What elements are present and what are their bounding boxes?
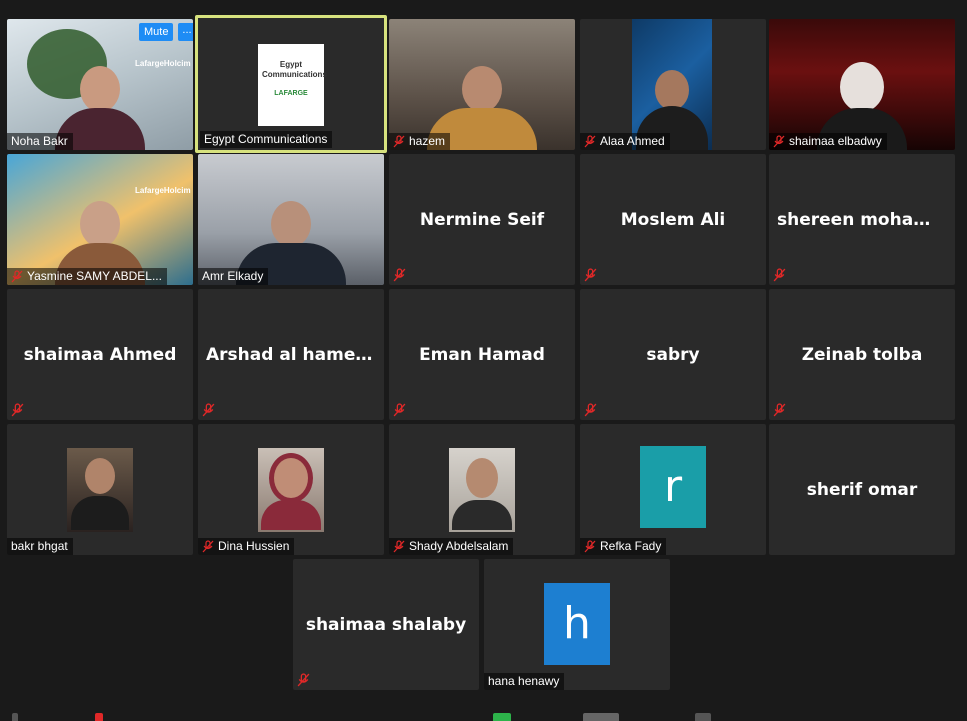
- participant-tile-egypt-communications[interactable]: Egypt Communications LAFARGE Egypt Commu…: [195, 15, 387, 153]
- participant-name-label: bakr bhgat: [7, 538, 73, 555]
- participant-name-label: Alaa Ahmed: [580, 133, 670, 150]
- profile-photo: [449, 448, 515, 532]
- avatar: h: [544, 583, 610, 665]
- participant-display-name: Arshad al hamedy: [206, 344, 379, 365]
- company-logo-card: Egypt Communications LAFARGE: [258, 44, 327, 126]
- mic-muted-icon: [584, 403, 597, 417]
- participant-tile-moslem-ali[interactable]: Moslem Ali: [580, 154, 766, 285]
- participant-name-label: Yasmine SAMY ABDEL...: [7, 268, 167, 285]
- participant-tile-shaimaa-ahmed[interactable]: shaimaa Ahmed: [7, 289, 193, 420]
- toolbar-button[interactable]: [12, 713, 18, 721]
- participant-display-name: sherif omar: [806, 479, 918, 500]
- participant-tile-shady-abdelsalam[interactable]: Shady Abdelsalam: [389, 424, 575, 555]
- participant-tile-arshad-al-hamedy[interactable]: Arshad al hamedy: [198, 289, 384, 420]
- toolbar-button[interactable]: [583, 713, 619, 721]
- mic-muted-icon: [773, 135, 785, 148]
- participant-name-label: Amr Elkady: [198, 268, 269, 285]
- avatar: r: [640, 446, 706, 528]
- mic-muted-icon: [393, 403, 406, 417]
- participant-tile-refka-fady[interactable]: r Refka Fady: [580, 424, 766, 555]
- participant-tile-amr-elkady[interactable]: Amr Elkady: [198, 154, 384, 285]
- participant-tile-hana-henawy[interactable]: h hana henawy: [484, 559, 670, 690]
- mic-muted-icon: [11, 270, 23, 283]
- participant-tile-nermine-seif[interactable]: Nermine Seif: [389, 154, 575, 285]
- mute-button[interactable]: Mute: [139, 23, 174, 41]
- mic-muted-icon: [297, 673, 310, 687]
- meeting-toolbar: [0, 709, 967, 721]
- participant-video: [632, 19, 712, 150]
- mic-muted-icon: [393, 135, 405, 148]
- participant-tile-shaimaa-shalaby[interactable]: shaimaa shalaby: [293, 559, 479, 690]
- participant-name-label: Noha Bakr: [7, 133, 73, 150]
- brand-mark: LafargeHolcim: [135, 186, 191, 195]
- participant-name-label: hana henawy: [484, 673, 565, 690]
- mic-muted-icon: [773, 403, 786, 417]
- participant-name-label: Refka Fady: [580, 538, 667, 555]
- more-options-button[interactable]: ...: [178, 23, 193, 41]
- participant-name-label: shaimaa elbadwy: [769, 133, 887, 150]
- participant-tile-shaimaa-elbadwy[interactable]: shaimaa elbadwy: [769, 19, 955, 150]
- participant-display-name: sabry: [646, 344, 700, 365]
- participant-display-name: Moslem Ali: [620, 209, 726, 230]
- mic-muted-icon: [584, 540, 596, 553]
- participant-name-label: Dina Hussien: [198, 538, 295, 555]
- participant-display-name: shaimaa Ahmed: [23, 344, 177, 365]
- participant-tile-shereen-mohamed[interactable]: shereen moham...: [769, 154, 955, 285]
- toolbar-button[interactable]: [695, 713, 711, 721]
- profile-photo: [67, 448, 133, 532]
- profile-photo: [258, 448, 324, 532]
- participant-tile-zeinab-tolba[interactable]: Zeinab tolba: [769, 289, 955, 420]
- participant-tile-sherif-omar[interactable]: sherif omar: [769, 424, 955, 555]
- mic-muted-icon: [202, 540, 214, 553]
- toolbar-button[interactable]: [95, 713, 103, 721]
- participant-tile-eman-hamad[interactable]: Eman Hamad: [389, 289, 575, 420]
- mic-muted-icon: [202, 403, 215, 417]
- participant-tile-sabry[interactable]: sabry: [580, 289, 766, 420]
- participant-tile-alaa-ahmed[interactable]: Alaa Ahmed: [580, 19, 766, 150]
- participant-tile-noha-bakr[interactable]: LafargeHolcim Mute ... Noha Bakr: [7, 19, 193, 150]
- mic-muted-icon: [11, 403, 24, 417]
- participant-display-name: Eman Hamad: [419, 344, 545, 365]
- participant-tile-bakr-bhgat[interactable]: bakr bhgat: [7, 424, 193, 555]
- mic-muted-icon: [584, 135, 596, 148]
- toolbar-button[interactable]: [493, 713, 511, 721]
- participant-tile-hazem[interactable]: hazem: [389, 19, 575, 150]
- mic-muted-icon: [393, 540, 405, 553]
- participant-name-label: Shady Abdelsalam: [389, 538, 514, 555]
- participant-tile-dina-hussien[interactable]: Dina Hussien: [198, 424, 384, 555]
- participant-tile-yasmine-samy[interactable]: LafargeHolcim Yasmine SAMY ABDEL...: [7, 154, 193, 285]
- mic-muted-icon: [584, 268, 597, 282]
- participant-display-name: Zeinab tolba: [801, 344, 923, 365]
- mic-muted-icon: [773, 268, 786, 282]
- participant-display-name: Nermine Seif: [419, 209, 545, 230]
- participant-display-name: shaimaa shalaby: [305, 614, 467, 635]
- participant-display-name: shereen moham...: [777, 209, 951, 230]
- participant-name-label: Egypt Communications: [200, 131, 333, 148]
- participant-name-label: hazem: [389, 133, 451, 150]
- mic-muted-icon: [393, 268, 406, 282]
